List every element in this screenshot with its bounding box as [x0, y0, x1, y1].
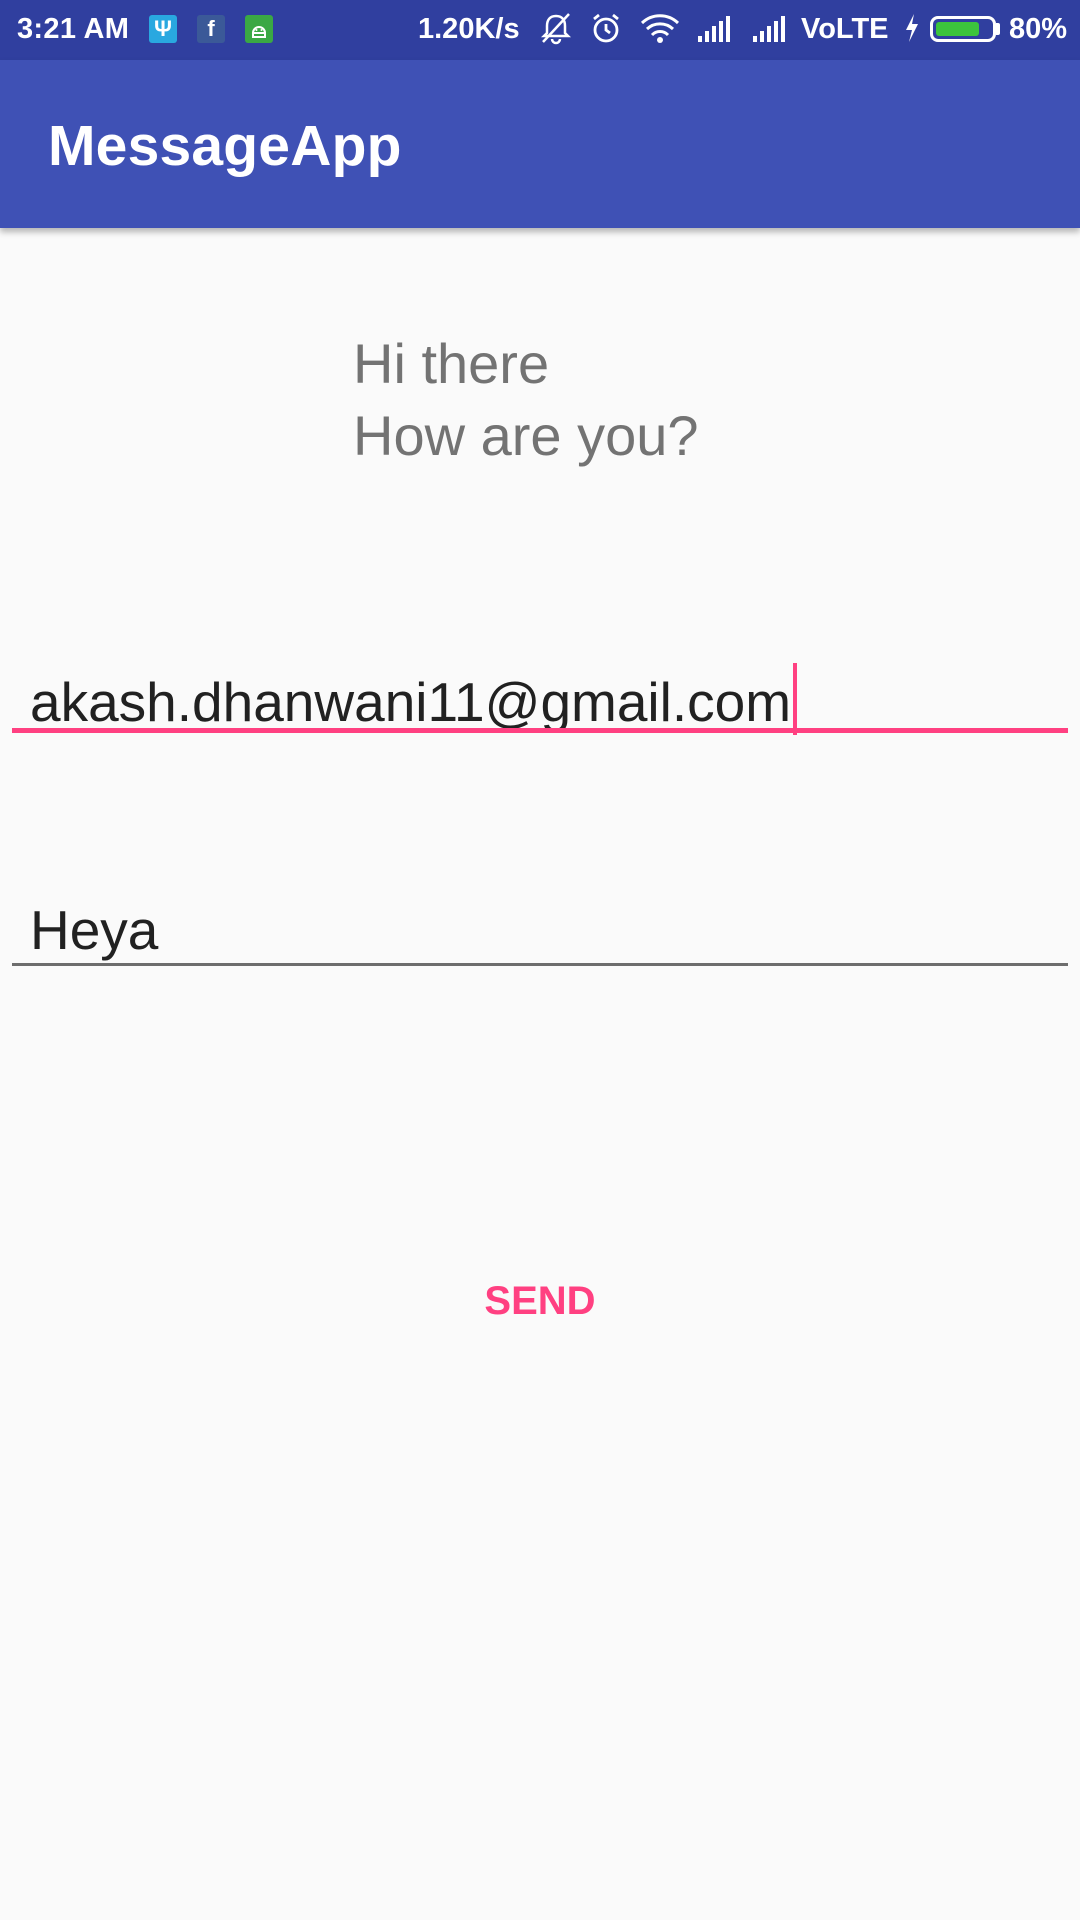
network-type: VoLTE: [801, 13, 889, 45]
email-field-text: akash.dhanwani11@gmail.com: [30, 671, 792, 733]
signal-icon: [698, 16, 730, 42]
status-time: 3:21 AM: [17, 13, 130, 45]
usb-icon: Ψ: [149, 15, 177, 43]
status-bar: 3:21 AM Ψ f 1.20K/s VoLTE 80%: [0, 0, 1080, 60]
message-text: Hi there How are you?: [353, 328, 699, 472]
signal-icon: [753, 16, 785, 42]
message-field[interactable]: Heya: [12, 885, 1068, 966]
email-field-value: akash.dhanwani11@gmail.com: [30, 663, 798, 735]
send-button[interactable]: SEND: [440, 1260, 640, 1340]
battery-icon: [930, 16, 996, 42]
facebook-icon: f: [197, 15, 225, 43]
battery-percent: 80%: [1009, 13, 1068, 45]
app-bar: MessageApp: [0, 60, 1080, 228]
alarm-icon: [593, 13, 619, 43]
charging-icon: [906, 14, 918, 42]
network-speed: 1.20K/s: [418, 13, 520, 45]
app-title: MessageApp: [48, 114, 402, 178]
message-field-underline: [12, 963, 1068, 966]
email-field[interactable]: akash.dhanwani11@gmail.com: [12, 650, 1068, 740]
battery-level-fill: [936, 22, 979, 36]
text-cursor: [793, 663, 798, 735]
message-line-2: How are you?: [353, 404, 699, 467]
mute-icon: [540, 13, 572, 45]
android-icon: [245, 15, 273, 43]
battery-tip: [996, 23, 1000, 35]
email-field-underline: [12, 728, 1068, 733]
wifi-icon: [640, 14, 680, 43]
message-line-1: Hi there: [353, 332, 550, 395]
message-field-value: Heya: [30, 899, 159, 961]
